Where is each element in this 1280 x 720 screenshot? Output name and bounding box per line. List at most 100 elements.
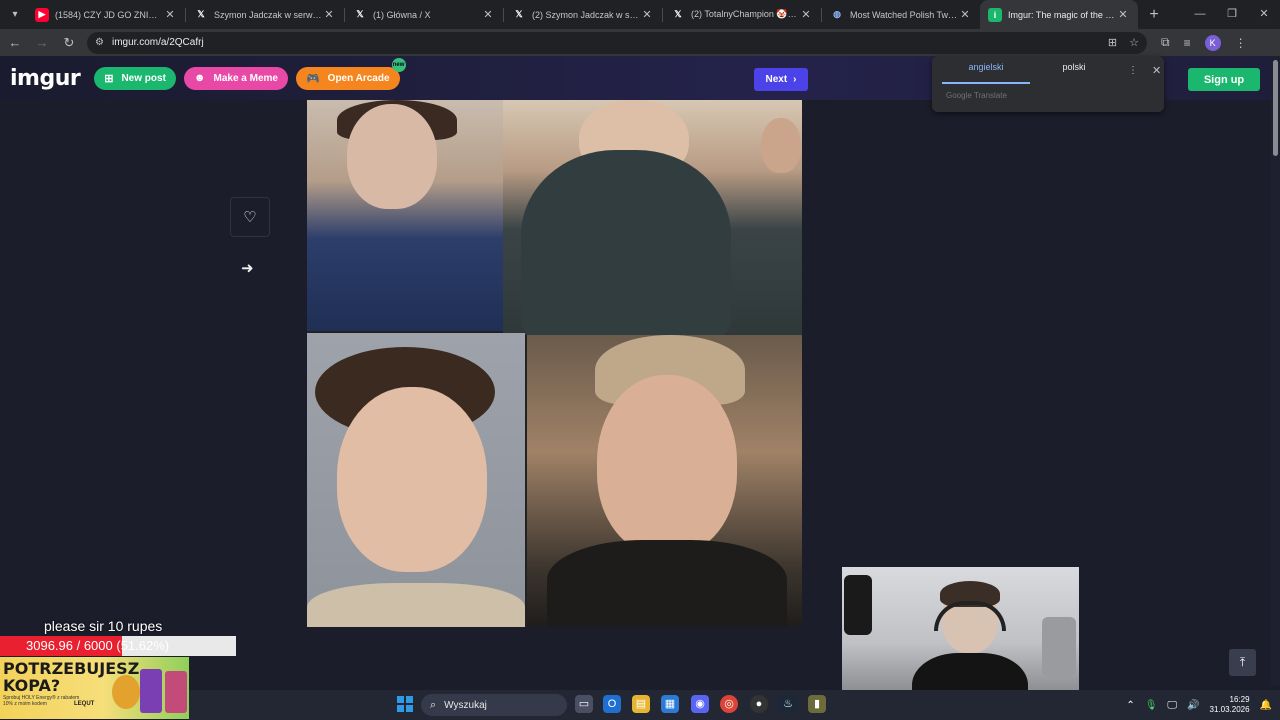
reload-icon[interactable]: ↻ xyxy=(57,35,81,51)
window-controls: — ❐ ✕ xyxy=(1184,0,1280,29)
browser-tab[interactable]: ◍ Most Watched Polish Twitch St ✕ xyxy=(822,0,980,29)
task-view-icon[interactable]: ▭ xyxy=(575,695,593,713)
sign-up-label: Sign up xyxy=(1203,73,1245,86)
sign-up-button[interactable]: Sign up xyxy=(1188,68,1260,91)
profile-avatar[interactable]: K xyxy=(1204,34,1221,51)
scrollbar-thumb[interactable] xyxy=(1273,60,1278,156)
new-badge: new xyxy=(391,57,406,72)
next-label: Next xyxy=(765,74,788,85)
new-tab-icon[interactable]: + xyxy=(1142,6,1166,24)
browser-tab[interactable]: ▶ (1584) CZY JD GO ZNISZCZYŁO ✕ xyxy=(27,0,185,29)
minimize-icon[interactable]: — xyxy=(1184,0,1216,29)
forward-arrow-icon[interactable]: → xyxy=(30,35,54,50)
tab-close-icon[interactable]: ✕ xyxy=(958,8,972,21)
url-text: imgur.com/a/2QCafrj xyxy=(111,37,204,48)
close-icon[interactable]: ✕ xyxy=(1152,64,1161,77)
chevron-up-icon[interactable]: ⌃ xyxy=(1126,700,1134,711)
new-post-button[interactable]: ⊞ New post xyxy=(94,66,176,90)
product-can-image xyxy=(140,669,162,713)
close-window-icon[interactable]: ✕ xyxy=(1248,0,1280,29)
discord-icon[interactable]: ◉ xyxy=(691,695,709,713)
file-explorer-icon[interactable]: ▤ xyxy=(632,695,650,713)
share-arrow-icon[interactable]: ➜ xyxy=(241,259,254,277)
browser-tab[interactable]: 𝕏 Szymon Jadczak w serwisie X: ✕ xyxy=(186,0,344,29)
bookmark-star-icon[interactable]: ☆ xyxy=(1129,36,1139,49)
scroll-to-top-button[interactable]: ⤒ xyxy=(1229,649,1256,676)
notification-bell-icon[interactable]: 🔔 xyxy=(1260,700,1272,711)
more-options-icon[interactable]: ⋮ xyxy=(1128,65,1138,76)
new-post-label: New post xyxy=(121,72,166,84)
tab-title: Szymon Jadczak w serwisie X: xyxy=(214,9,322,20)
post-image[interactable] xyxy=(307,100,802,627)
sponsor-ad: POTRZEBUJESZ KOPA? Sprobuj HOLY Energy® … xyxy=(0,657,189,719)
windows-taskbar: ⌕ Wyszukaj ▭ O ▤ ▦ ◉ ◎ ● ♨ ▮ ⌃ 🎙 🖵 🔊 16:… xyxy=(189,690,1280,720)
tab-close-icon[interactable]: ✕ xyxy=(799,8,813,21)
taskbar-clock[interactable]: 16:29 31.03.2026 xyxy=(1210,695,1250,715)
photo-panel-bottom-right xyxy=(527,335,802,627)
chevron-right-icon: › xyxy=(793,74,797,85)
ad-brand: LEQUT xyxy=(74,701,95,707)
browser-tab[interactable]: 𝕏 (2) Szymon Jadczak w serwisie ✕ xyxy=(504,0,662,29)
browser-tab[interactable]: 𝕏 (2) TotalnyChampion 🤡🫡 w ✕ xyxy=(663,0,821,29)
network-icon[interactable]: 🖵 xyxy=(1167,700,1177,711)
tab-close-icon[interactable]: ✕ xyxy=(322,8,336,21)
photo-panel-top-left xyxy=(307,100,503,331)
obs-icon[interactable]: ● xyxy=(750,695,768,713)
make-a-meme-button[interactable]: ☻ Make a Meme xyxy=(183,66,288,90)
chrome-icon[interactable]: ◎ xyxy=(720,695,738,713)
browser-tab[interactable]: 𝕏 (1) Główna / X ✕ xyxy=(345,0,503,29)
background-object xyxy=(1042,617,1076,677)
arrow-up-icon: ⤒ xyxy=(1239,655,1246,669)
youtube-icon: ▶ xyxy=(35,7,49,22)
address-bar[interactable]: ⚙ imgur.com/a/2QCafrj ⊞ ☆ xyxy=(87,31,1147,54)
translate-target-tab[interactable]: polski xyxy=(1030,56,1118,84)
x-icon: 𝕏 xyxy=(515,9,523,19)
tab-close-icon[interactable]: ✕ xyxy=(163,8,177,21)
tab-close-icon[interactable]: ✕ xyxy=(640,8,654,21)
extensions-icon[interactable]: ⧉ xyxy=(1161,35,1170,50)
tab-title: (2) TotalnyChampion 🤡🫡 w xyxy=(691,9,799,19)
menu-kebab-icon[interactable]: ⋮ xyxy=(1235,36,1247,50)
pineapple-image xyxy=(112,675,140,709)
outlook-icon[interactable]: O xyxy=(603,695,621,713)
open-arcade-button[interactable]: 🎮 Open Arcade new xyxy=(295,57,406,90)
site-info-icon[interactable]: ⚙ xyxy=(95,37,104,48)
make-a-meme-label: Make a Meme xyxy=(213,72,278,84)
donation-goal-title: please sir 10 rupes xyxy=(44,618,163,634)
system-tray: ⌃ 🎙 🖵 🔊 16:29 31.03.2026 🔔 xyxy=(1126,690,1272,720)
back-arrow-icon[interactable]: ← xyxy=(3,35,27,50)
translate-icon[interactable]: ⊞ xyxy=(1108,36,1117,49)
steam-icon[interactable]: ♨ xyxy=(779,695,797,713)
ad-headline-line1: POTRZEBUJESZ xyxy=(3,659,140,678)
tab-close-icon[interactable]: ✕ xyxy=(1116,8,1130,21)
app-icon[interactable]: ▮ xyxy=(808,695,826,713)
translate-source-tab[interactable]: angielski xyxy=(942,56,1030,84)
translate-footer: Google Translate xyxy=(946,91,1007,100)
taskbar-search[interactable]: ⌕ Wyszukaj xyxy=(421,694,567,716)
media-control-icon[interactable]: ≡ xyxy=(1184,36,1191,50)
ad-fine-print: Sprobuj HOLY Energy® z rabatem 10% z moi… xyxy=(3,695,80,707)
microphone-icon[interactable]: 🎙 xyxy=(1145,700,1158,711)
tab-close-icon[interactable]: ✕ xyxy=(481,8,495,21)
tab-title: Imgur: The magic of the Interne xyxy=(1008,9,1116,20)
product-jar-image xyxy=(165,671,187,713)
windows-start-icon[interactable] xyxy=(397,696,413,712)
heart-icon: ♡ xyxy=(243,209,257,226)
tab-title: (2) Szymon Jadczak w serwisie xyxy=(532,9,640,20)
search-icon: ⌕ xyxy=(430,698,437,711)
restore-icon[interactable]: ❐ xyxy=(1216,0,1248,29)
volume-icon[interactable]: 🔊 xyxy=(1187,700,1199,711)
favorite-button[interactable]: ♡ xyxy=(230,197,270,237)
store-icon[interactable]: ▦ xyxy=(661,695,679,713)
tab-title: (1) Główna / X xyxy=(373,9,431,20)
omnibox-actions: ⊞ ☆ xyxy=(1108,36,1147,49)
browser-tab-active[interactable]: i Imgur: The magic of the Interne ✕ xyxy=(980,0,1138,29)
clock-time: 16:29 xyxy=(1229,695,1250,704)
tab-title: Most Watched Polish Twitch St xyxy=(850,9,958,20)
tab-search-menu-icon[interactable]: ▾ xyxy=(3,4,27,26)
globe-icon: ◍ xyxy=(833,9,841,19)
donation-goal-progress: 3096.96 / 6000 (51.62%) xyxy=(26,638,170,653)
tab-title: (1584) CZY JD GO ZNISZCZYŁO xyxy=(55,9,163,20)
imgur-logo[interactable]: imgur xyxy=(10,66,81,91)
next-button[interactable]: Next › xyxy=(754,68,808,91)
